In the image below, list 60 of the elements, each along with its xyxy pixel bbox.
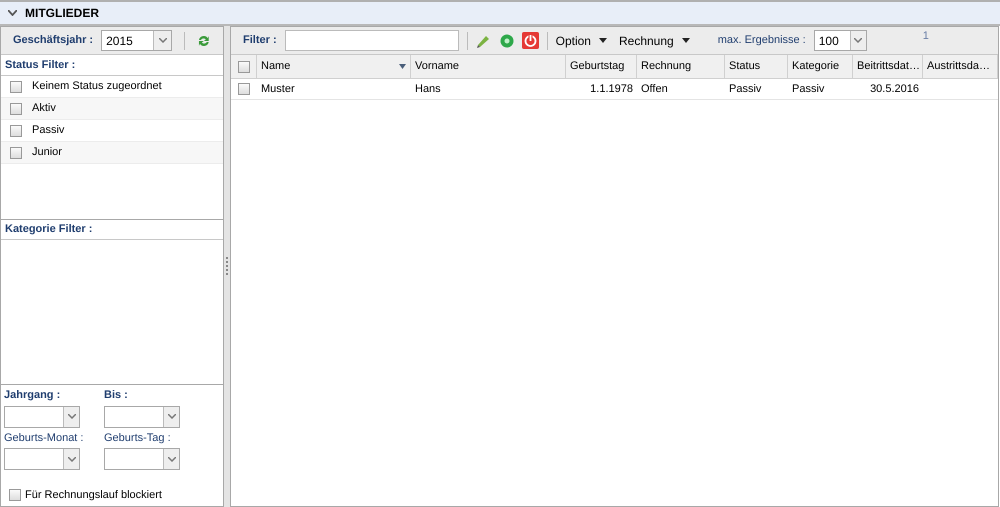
status-option[interactable]: Passiv [32,122,64,139]
year-label: Geschäftsjahr : [13,33,94,48]
column-header[interactable]: Austrittsda… [923,55,998,78]
chevron-icon [158,38,167,43]
max-results-label: max. Ergebnisse : [718,33,806,48]
checkbox[interactable] [10,146,22,158]
checkbox[interactable] [238,60,250,72]
filter-label: Filter : [243,33,277,48]
checkbox[interactable] [9,488,21,501]
chevron-icon [168,414,176,419]
menu-button[interactable]: Rechnung [618,32,690,50]
column-header[interactable]: Rechnung [637,55,725,78]
filter-input[interactable] [284,30,459,51]
status-option[interactable]: Keinem Status zugeordnet [32,78,162,95]
column-header[interactable]: Kategorie [788,55,853,78]
table-cell-text: Offen [641,82,668,97]
field-label: Geburts-Monat : [4,430,84,446]
checkbox[interactable] [10,124,22,136]
refresh-icon[interactable] [197,34,211,48]
dropdown-select[interactable] [104,406,180,428]
checkbox[interactable] [238,83,250,95]
chevron-icon [68,414,76,419]
field-label: Jahrgang : [4,388,62,403]
chevron-icon [168,456,176,462]
dropdown-select[interactable] [4,448,80,470]
table-cell-text: 30.5.2016 [870,82,919,97]
power-icon[interactable] [522,32,539,49]
table-cell-text: 1.1.1978 [590,82,633,97]
circle-icon[interactable] [500,34,514,48]
status-option[interactable]: Aktiv [32,100,56,117]
dropdown-arrow-icon [598,38,607,43]
category-filter-label: Kategorie Filter : [1,220,223,240]
table-cell-text: Hans [415,82,441,97]
checkbox[interactable] [10,102,22,114]
chevron-icon [68,456,76,462]
sort-arrow-icon [399,64,406,69]
year-select[interactable]: 2015 [101,30,172,51]
column-header[interactable]: Name [257,55,411,78]
column-header[interactable]: Status [725,55,788,78]
dropdown-select[interactable] [104,448,180,470]
table-cell-text: Passiv [729,82,762,97]
result-count: 1 [922,29,929,44]
status-option[interactable]: Junior [32,144,62,161]
column-header[interactable]: Beitrittsdat… [853,55,923,78]
chevron-icon [854,38,862,43]
field-label: Geburts-Tag : [104,430,172,446]
checkbox[interactable] [10,80,22,92]
max-results-select[interactable]: 100 [814,30,867,51]
splitter-handle[interactable] [224,26,230,507]
dropdown-arrow-icon [682,38,690,43]
field-label: Bis : [104,388,129,403]
collapse-chevron-icon[interactable] [8,10,17,16]
table-cell-text: Passiv [792,82,824,97]
column-header[interactable]: Vorname [411,55,566,78]
column-header[interactable]: Geburtstag [566,55,637,78]
table-cell-text: Muster [261,82,295,97]
section-title: MITGLIEDER [25,5,99,22]
checkbox-label: Für Rechnungslauf blockiert [25,488,162,502]
dropdown-select[interactable] [4,406,80,428]
menu-button[interactable]: Option [556,32,607,50]
